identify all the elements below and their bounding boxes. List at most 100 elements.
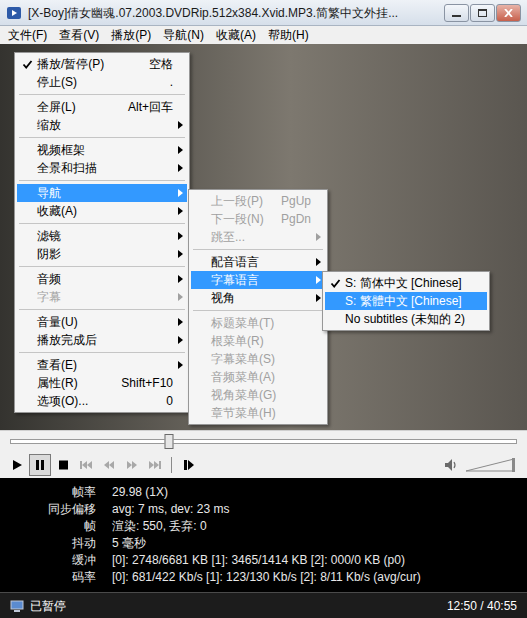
menu-group: 上一段(P)PgUp 下一段(N) PgDn 跳至... xyxy=(191,192,325,246)
menu-item[interactable]: 滤镜 xyxy=(17,227,187,245)
menu-item[interactable]: 字幕语言 xyxy=(191,271,325,289)
seek-track[interactable] xyxy=(10,439,517,444)
menu-item-label: 下一段(N) xyxy=(211,212,271,226)
menu-bar-item[interactable]: 查看(V) xyxy=(59,26,99,44)
close-button[interactable] xyxy=(496,4,521,22)
menu-group: 滤镜阴影 xyxy=(17,223,187,263)
menu-item[interactable]: 标题菜单(T) xyxy=(191,314,325,332)
status-monitor-icon xyxy=(10,599,24,613)
window-title: [X-Boy]倩女幽魂.07.2003.DVDRip.512x384.Xvid.… xyxy=(28,4,438,22)
menu-item[interactable]: 属性(R) Shift+F10 xyxy=(17,374,187,392)
title-bar: [X-Boy]倩女幽魂.07.2003.DVDRip.512x384.Xvid.… xyxy=(0,0,527,26)
menu-item[interactable]: 选项(O)...0 xyxy=(17,392,187,410)
submenu-arrow-icon xyxy=(316,258,321,266)
menu-item[interactable]: S: 繁體中文 [Chinese] xyxy=(325,292,487,310)
menu-item-label: 根菜单(R) xyxy=(211,334,311,348)
seek-thumb[interactable] xyxy=(165,434,174,449)
menu-item[interactable]: 配音语言 xyxy=(191,253,325,271)
submenu-arrow-icon xyxy=(316,276,321,284)
menu-separator xyxy=(19,223,185,224)
menu-separator xyxy=(193,310,323,311)
control-group xyxy=(6,454,166,476)
app-icon xyxy=(6,5,22,21)
menu-separator xyxy=(19,137,185,138)
menu-item[interactable]: 播放/暂停(P)空格 xyxy=(17,55,187,73)
check-icon xyxy=(22,59,33,70)
statistics-label: 抖动 xyxy=(0,535,96,552)
menu-item[interactable]: 视角菜单(G) xyxy=(191,386,325,404)
frame-step-button[interactable] xyxy=(178,454,200,476)
menu-bar-item[interactable]: 收藏(A) xyxy=(216,26,256,44)
menu-item[interactable]: No subtitles (未知的 2) xyxy=(325,310,487,328)
rewind-button[interactable] xyxy=(98,454,120,476)
volume-thumb[interactable] xyxy=(512,458,515,472)
volume-slider[interactable] xyxy=(465,458,515,472)
menu-arrow-column xyxy=(173,121,187,129)
menu-item-label: 阴影 xyxy=(37,247,173,261)
minimize-button[interactable] xyxy=(444,4,469,22)
statistics-row: 缓冲[0]: 2748/6681 KB [1]: 3465/1414 KB [2… xyxy=(0,552,521,569)
submenu-arrow-icon xyxy=(178,318,183,326)
check-icon xyxy=(330,278,341,289)
menu-item-label: 音频菜单(A) xyxy=(211,370,311,384)
video-area: 播放/暂停(P)空格停止(S). 全屏(L)Alt+回车缩放视频框架全景和扫描导航… xyxy=(0,44,527,430)
menu-item[interactable]: 章节菜单(H) xyxy=(191,404,325,422)
menu-item[interactable]: 播放完成后 xyxy=(17,331,187,349)
menu-item[interactable]: 跳至... xyxy=(191,228,325,246)
menu-item[interactable]: 导航 xyxy=(17,184,187,202)
speaker-icon[interactable] xyxy=(443,457,459,473)
menu-bar-item[interactable]: 帮助(H) xyxy=(268,26,309,44)
menu-item-label: 视角 xyxy=(211,291,311,305)
menu-item[interactable]: 音频 xyxy=(17,270,187,288)
menu-bar-item[interactable]: 导航(N) xyxy=(163,26,204,44)
submenu-arrow-icon xyxy=(316,294,321,302)
menu-item-label: 属性(R) xyxy=(37,376,111,390)
next-button[interactable] xyxy=(144,454,166,476)
menu-bar-item[interactable]: 播放(P) xyxy=(111,26,151,44)
menu-item[interactable]: 字幕 xyxy=(17,288,187,306)
maximize-button[interactable] xyxy=(470,4,495,22)
statistics-label: 帧率 xyxy=(0,484,96,501)
forward-button[interactable] xyxy=(121,454,143,476)
menu-check-column xyxy=(17,59,37,70)
menu-item[interactable]: 查看(E) xyxy=(17,356,187,374)
frame-step-icon xyxy=(182,459,196,471)
statistics-panel: 帧率29.98 (1X)同步偏移avg: 7 ms, dev: 23 ms帧渲染… xyxy=(0,478,527,592)
menu-item[interactable]: 下一段(N) PgDn xyxy=(191,210,325,228)
menu-item[interactable]: 视频框架 xyxy=(17,141,187,159)
menu-item-shortcut: 空格 xyxy=(149,57,173,71)
rewind-icon xyxy=(102,459,116,471)
submenu-arrow-icon xyxy=(178,232,183,240)
menu-item-label: 标题菜单(T) xyxy=(211,316,311,330)
stop-button[interactable] xyxy=(52,454,74,476)
menu-arrow-column xyxy=(173,336,187,344)
menu-arrow-column xyxy=(173,189,187,197)
menu-item[interactable]: 收藏(A) xyxy=(17,202,187,220)
menu-item[interactable]: S: 简体中文 [Chinese] xyxy=(325,274,487,292)
menu-item[interactable]: 音频菜单(A) xyxy=(191,368,325,386)
submenu-arrow-icon xyxy=(178,336,183,344)
menu-item-shortcut: Shift+F10 xyxy=(121,376,173,390)
play-button[interactable] xyxy=(6,454,28,476)
menu-item[interactable]: 阴影 xyxy=(17,245,187,263)
menu-bar-item[interactable]: 文件(F) xyxy=(8,26,47,44)
pause-button[interactable] xyxy=(29,454,51,476)
menu-item[interactable]: 上一段(P)PgUp xyxy=(191,192,325,210)
menu-item-label: 音频 xyxy=(37,272,173,286)
submenu-arrow-icon xyxy=(178,146,183,154)
menu-item[interactable]: 全景和扫描 xyxy=(17,159,187,177)
menu-item[interactable]: 全屏(L)Alt+回车 xyxy=(17,98,187,116)
menu-group: 视频框架全景和扫描 xyxy=(17,137,187,177)
menu-item[interactable]: 音量(U) xyxy=(17,313,187,331)
menu-item[interactable]: 视角 xyxy=(191,289,325,307)
menu-item[interactable]: 停止(S). xyxy=(17,73,187,91)
menu-item-label: 导航 xyxy=(37,186,173,200)
menu-item[interactable]: 缩放 xyxy=(17,116,187,134)
menu-item[interactable]: 根菜单(R) xyxy=(191,332,325,350)
status-bar: 已暂停12:50 / 40:55 xyxy=(0,592,527,618)
menu-separator xyxy=(19,352,185,353)
menu-item-shortcut: PgDn xyxy=(281,212,311,226)
seek-bar[interactable] xyxy=(0,430,527,452)
previous-button[interactable] xyxy=(75,454,97,476)
menu-item[interactable]: 字幕菜单(S) xyxy=(191,350,325,368)
